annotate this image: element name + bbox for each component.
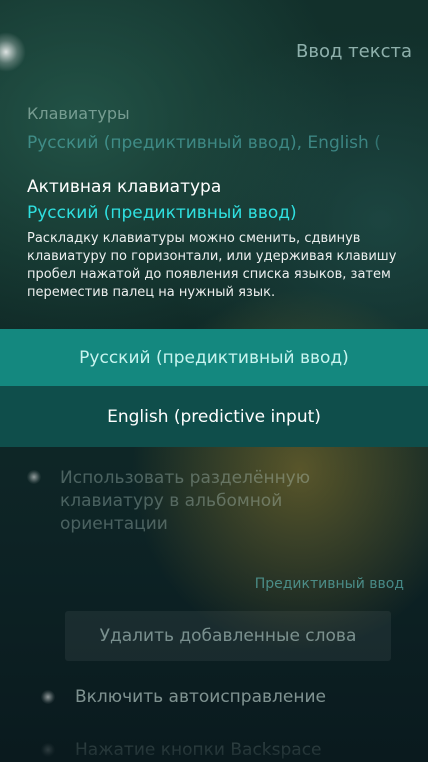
- backspace-label: Нажатие кнопки Backspace: [75, 740, 322, 760]
- pulley-indicator: [0, 32, 26, 72]
- switch-indicator-icon: [41, 743, 55, 757]
- switch-indicator-icon: [41, 690, 55, 704]
- active-keyboard-hint: Раскладку клавиатуры можно сменить, сдви…: [27, 231, 397, 300]
- section-header-predictive: Предиктивный ввод: [254, 576, 404, 592]
- option-russian-predictive[interactable]: Русский (предиктивный ввод): [0, 329, 428, 386]
- delete-added-words-button[interactable]: Удалить добавленные слова: [65, 611, 391, 661]
- split-keyboard-label: Использовать разделённую клавиатуру в ал…: [60, 468, 311, 534]
- page-title: Ввод текста: [296, 41, 412, 62]
- autocorrect-label: Включить автоисправление: [75, 687, 326, 707]
- active-keyboard-label: Активная клавиатура: [27, 177, 222, 197]
- option-english-predictive[interactable]: English (predictive input): [0, 386, 428, 447]
- keyboards-value: Русский (предиктивный ввод), English (: [27, 133, 381, 153]
- switch-indicator-icon: [27, 470, 41, 484]
- active-keyboard-value: Русский (предиктивный ввод): [27, 203, 297, 223]
- keyboards-label: Клавиатуры: [27, 104, 130, 123]
